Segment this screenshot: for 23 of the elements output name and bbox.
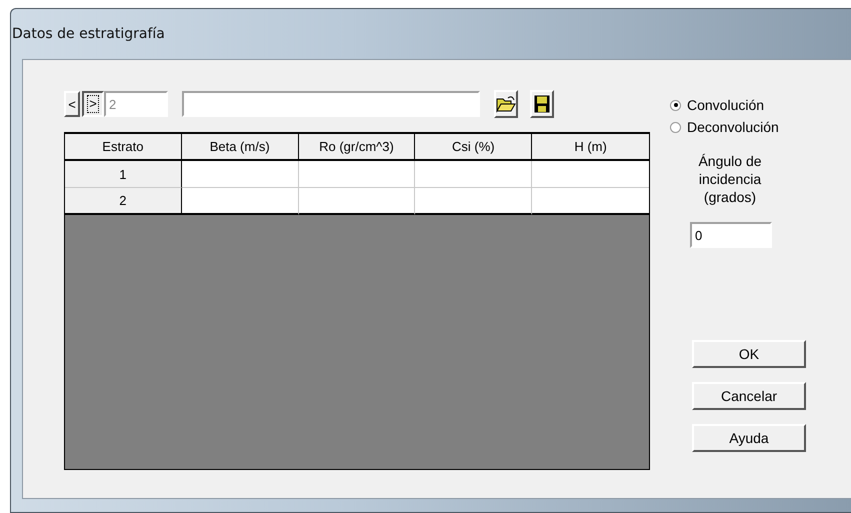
dialog-button[interactable]: Ayuda	[692, 424, 806, 452]
column-header: H (m)	[532, 134, 649, 161]
record-field[interactable]: 2	[104, 91, 168, 117]
folder-icon	[496, 95, 516, 113]
previous-button[interactable]: <	[64, 91, 80, 117]
save-button[interactable]	[530, 90, 554, 118]
mode-radio[interactable]: Convolución	[670, 94, 820, 116]
file-path-field[interactable]	[182, 91, 480, 117]
window-title: Datos de estratigrafía	[12, 26, 165, 42]
column-header: Ro (gr/cm^3)	[298, 134, 416, 161]
next-button[interactable]: >	[82, 91, 104, 117]
dialog-button[interactable]: OK	[692, 340, 806, 368]
mode-radio[interactable]: Deconvolución	[670, 116, 820, 138]
column-header: Estrato	[65, 134, 182, 161]
open-folder-button[interactable]	[494, 90, 518, 118]
table-cell[interactable]	[532, 188, 649, 215]
angle-label: Ángulo de incidencia (grados)	[697, 152, 763, 206]
dialog-button[interactable]: Cancelar	[692, 382, 806, 410]
row-header: 1	[65, 161, 182, 188]
angle-field[interactable]: 0	[690, 222, 772, 248]
row-header: 2	[65, 188, 182, 215]
column-header: Csi (%)	[415, 134, 532, 161]
column-header: Beta (m/s)	[182, 134, 299, 161]
